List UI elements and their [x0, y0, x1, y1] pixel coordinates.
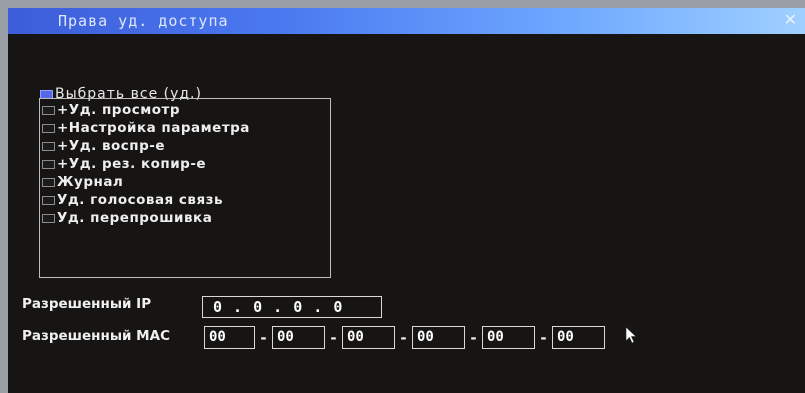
- permission-label: +Настройка параметра: [57, 120, 250, 136]
- permission-label: Уд. голосовая связь: [57, 192, 224, 208]
- list-item[interactable]: +Уд. просмотр: [42, 101, 330, 119]
- list-item[interactable]: Уд. перепрошивка: [42, 209, 330, 227]
- mac-separator: -: [400, 328, 407, 347]
- allowed-mac-label: Разрешенный MAC: [22, 328, 170, 344]
- checkbox-icon[interactable]: [42, 141, 55, 151]
- checkbox-icon[interactable]: [42, 105, 55, 115]
- permission-label: +Уд. рез. копир-е: [57, 156, 207, 172]
- mac-separator: -: [540, 328, 547, 347]
- permission-label: Уд. перепрошивка: [57, 210, 213, 226]
- mac-separator: -: [470, 328, 477, 347]
- mac-separator: -: [330, 328, 337, 347]
- dialog-title: Права уд. доступа: [58, 12, 229, 30]
- list-item[interactable]: +Уд. рез. копир-е: [42, 155, 330, 173]
- close-icon[interactable]: ✕: [784, 10, 797, 29]
- mac-octet-field[interactable]: 00: [482, 326, 535, 349]
- mac-octet-field[interactable]: 00: [272, 326, 325, 349]
- mac-octet-field[interactable]: 00: [342, 326, 395, 349]
- checkbox-icon[interactable]: [42, 177, 55, 187]
- list-item[interactable]: Уд. голосовая связь: [42, 191, 330, 209]
- allowed-ip-label: Разрешенный IP: [22, 296, 152, 312]
- permission-label: Журнал: [57, 174, 124, 190]
- list-item[interactable]: Журнал: [42, 173, 330, 191]
- list-item[interactable]: +Уд. воспр-е: [42, 137, 330, 155]
- mouse-pointer-icon: [625, 326, 637, 344]
- allowed-mac-field: 00 - 00 - 00 - 00 - 00 - 00: [204, 326, 605, 349]
- permission-label: +Уд. воспр-е: [57, 138, 166, 154]
- checkbox-icon[interactable]: [42, 159, 55, 169]
- mac-separator: -: [260, 328, 267, 347]
- mac-octet-field[interactable]: 00: [552, 326, 605, 349]
- checkbox-icon[interactable]: [42, 195, 55, 205]
- permissions-list: +Уд. просмотр +Настройка параметра +Уд. …: [39, 98, 331, 278]
- mac-octet-field[interactable]: 00: [204, 326, 255, 349]
- checkbox-icon[interactable]: [42, 123, 55, 133]
- mac-octet-field[interactable]: 00: [412, 326, 465, 349]
- title-bar: Права уд. доступа ✕: [8, 8, 805, 34]
- permission-label: +Уд. просмотр: [57, 102, 181, 118]
- permissions-dialog: Права уд. доступа ✕ Выбрать все (уд.) +У…: [8, 8, 805, 393]
- list-item[interactable]: +Настройка параметра: [42, 119, 330, 137]
- allowed-ip-field[interactable]: 0 . 0 . 0 . 0: [202, 296, 382, 318]
- checkbox-icon[interactable]: [42, 213, 55, 223]
